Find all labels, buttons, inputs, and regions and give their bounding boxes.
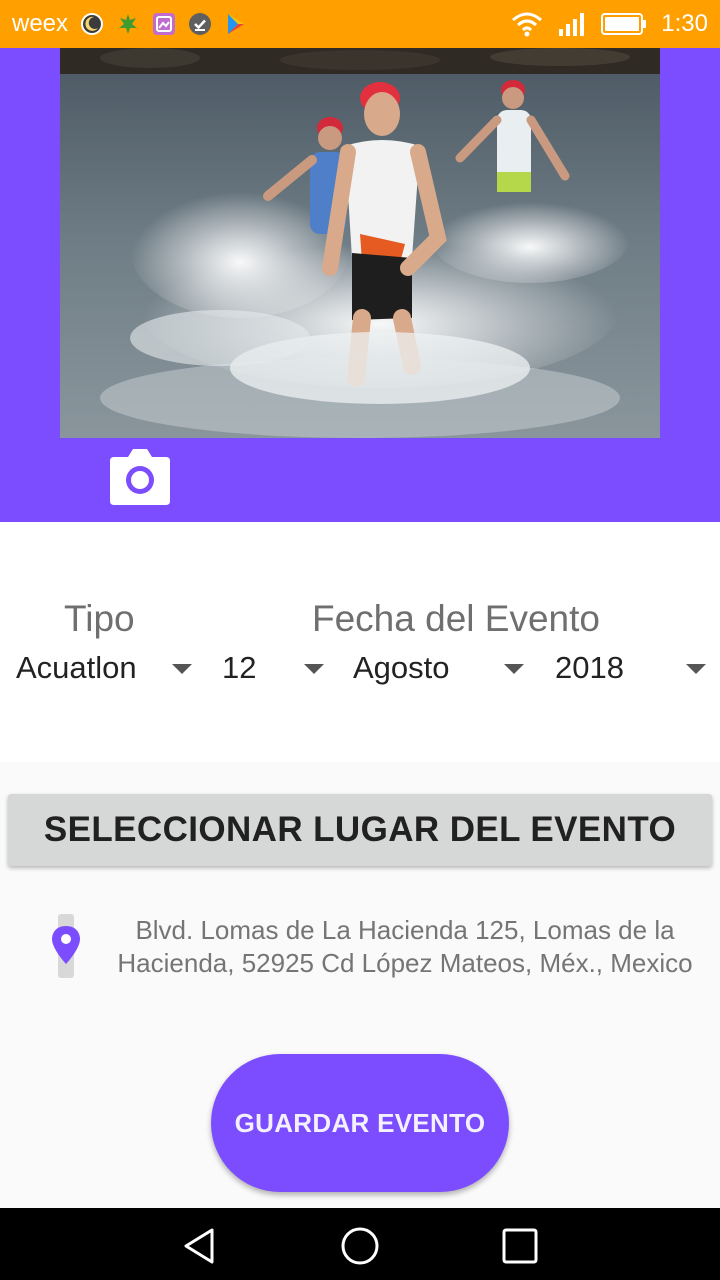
month-spinner-value: Agosto — [353, 650, 450, 685]
event-photo[interactable] — [60, 48, 660, 438]
dropdown-arrow-icon — [172, 664, 192, 674]
wifi-icon — [512, 12, 543, 37]
event-photo-image — [60, 48, 660, 438]
app-screen: weex 1:30 Tipo Fecha del Evento Acuatlon… — [0, 0, 720, 1280]
battery-icon — [601, 13, 647, 35]
dropdown-arrow-icon — [504, 664, 524, 674]
gallery-icon — [153, 13, 176, 35]
play-store-icon — [228, 14, 245, 34]
date-label: Fecha del Evento — [312, 598, 600, 639]
type-label: Tipo — [64, 598, 135, 639]
home-icon[interactable] — [340, 1226, 380, 1266]
carrier-name: weex — [12, 10, 69, 37]
check-icon — [189, 13, 212, 35]
status-bar: weex 1:30 — [0, 0, 720, 48]
save-event-button[interactable]: GUARDAR EVENTO — [211, 1054, 509, 1192]
status-left: weex — [12, 0, 248, 48]
event-address: Blvd. Lomas de La Hacienda 125, Lomas de… — [117, 915, 693, 978]
location-pin-icon — [52, 914, 80, 978]
type-spinner-value: Acuatlon — [16, 650, 137, 685]
event-form-card: Tipo Fecha del Evento Acuatlon 12 Agosto… — [0, 522, 720, 762]
location-indicator — [44, 912, 88, 980]
recents-icon[interactable] — [500, 1226, 540, 1266]
navigation-bar — [0, 1208, 720, 1280]
day-spinner-value: 12 — [222, 650, 257, 685]
status-right: 1:30 — [511, 0, 708, 48]
moon-icon — [81, 13, 104, 35]
year-spinner[interactable]: 2018 — [555, 650, 715, 690]
year-spinner-value: 2018 — [555, 650, 624, 685]
signal-icon — [559, 13, 585, 36]
type-spinner[interactable]: Acuatlon — [16, 650, 206, 690]
event-image-header — [0, 48, 720, 522]
dropdown-arrow-icon — [304, 664, 324, 674]
select-place-button[interactable]: SELECCIONAR LUGAR DEL EVENTO — [8, 794, 712, 866]
camera-icon[interactable] — [106, 447, 174, 507]
month-spinner[interactable]: Agosto — [353, 650, 533, 690]
dropdown-arrow-icon — [686, 664, 706, 674]
day-spinner[interactable]: 12 — [222, 650, 334, 690]
leaf-icon — [119, 14, 138, 34]
status-time: 1:30 — [661, 10, 708, 37]
back-icon[interactable] — [180, 1226, 220, 1266]
